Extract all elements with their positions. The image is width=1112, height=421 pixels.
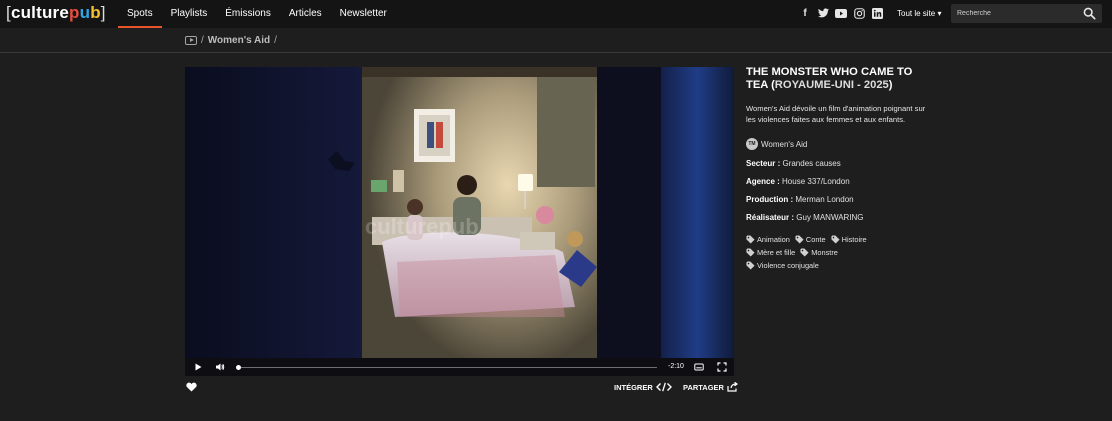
progress-bar[interactable] (236, 364, 657, 370)
top-navigation-bar: [culturepub] Spots Playlists Émissions A… (0, 0, 1112, 28)
logo-bracket-close: ] (100, 3, 106, 22)
video-controls: -2:10 (185, 358, 734, 376)
breadcrumb-current[interactable]: Women's Aid (208, 35, 270, 46)
breadcrumb: / Women's Aid / (185, 35, 277, 46)
social-links: f (799, 7, 883, 19)
agence-label: Agence : (746, 177, 780, 186)
breadcrumb-separator: / (201, 35, 204, 46)
heart-icon[interactable] (186, 382, 197, 392)
tag-list: Animation Conte Histoire Mère et fille M… (746, 235, 896, 270)
tag-histoire[interactable]: Histoire (831, 235, 867, 244)
search-box (951, 4, 1102, 23)
production-label: Production : (746, 195, 794, 204)
fullscreen-icon[interactable] (717, 362, 727, 372)
play-icon[interactable] (193, 362, 203, 372)
tag-label: Violence conjugale (757, 261, 819, 270)
spot-info-panel: THE MONSTER WHO CAME TO TEA (ROYAUME-UNI… (746, 66, 932, 270)
nav-item-newsletter[interactable]: Newsletter (331, 0, 396, 28)
twitter-icon[interactable] (817, 7, 829, 19)
share-label: PARTAGER (683, 382, 724, 392)
secteur-value[interactable]: Grandes causes (782, 159, 840, 168)
nav-item-playlists[interactable]: Playlists (162, 0, 217, 28)
search-icon[interactable] (1083, 7, 1096, 20)
title-country-year[interactable]: ROYAUME-UNI - 2025 (775, 79, 889, 91)
tag-icon (746, 261, 755, 270)
instagram-icon[interactable] (853, 7, 865, 19)
logo-letter-b: b (90, 3, 101, 22)
nav-item-emissions[interactable]: Émissions (216, 0, 280, 28)
advertiser-name: Women's Aid (761, 139, 808, 149)
production-value[interactable]: Merman London (795, 195, 853, 204)
culturepub-logo[interactable]: [culturepub] (6, 3, 106, 23)
tag-label: Animation (757, 235, 790, 244)
realisateur-value[interactable]: Guy MANWARING (796, 213, 863, 222)
video-icon[interactable] (185, 36, 197, 45)
advertiser-link[interactable]: TM Women's Aid (746, 138, 932, 150)
tag-label: Mère et fille (757, 248, 796, 257)
spot-title: THE MONSTER WHO CAME TO TEA (ROYAUME-UNI… (746, 66, 932, 92)
tag-icon (800, 248, 809, 257)
advertiser-logo: TM (746, 138, 758, 150)
tag-animation[interactable]: Animation (746, 235, 790, 244)
title-close-paren: ) (888, 79, 893, 91)
nav-item-articles[interactable]: Articles (280, 0, 331, 28)
tag-monstre[interactable]: Monstre (800, 248, 838, 257)
subtitles-icon[interactable] (694, 362, 704, 372)
meta-agence: Agence : House 337/London (746, 177, 932, 186)
main-nav: Spots Playlists Émissions Articles Newsl… (118, 0, 396, 28)
search-input[interactable] (951, 4, 1079, 23)
tag-icon (795, 235, 804, 244)
embed-label: INTÉGRER (614, 382, 653, 392)
share-button[interactable]: PARTAGER (683, 382, 738, 392)
tag-label: Monstre (811, 248, 838, 257)
volume-icon[interactable] (215, 362, 225, 372)
tag-label: Histoire (841, 235, 867, 244)
logo-culture: culture (10, 3, 70, 22)
meta-realisateur: Réalisateur : Guy MANWARING (746, 213, 932, 222)
progress-handle[interactable] (236, 364, 241, 370)
linkedin-icon[interactable] (871, 7, 883, 19)
embed-button[interactable]: INTÉGRER (614, 382, 672, 392)
tag-icon (746, 248, 755, 257)
breadcrumb-bar: / Women's Aid / (0, 28, 1112, 53)
video-frame[interactable]: culturepub (185, 67, 734, 376)
logo-letter-p: p (69, 3, 80, 22)
spot-description: Women's Aid dévoile un film d'animation … (746, 104, 926, 124)
realisateur-label: Réalisateur : (746, 213, 795, 222)
youtube-icon[interactable] (835, 7, 847, 19)
logo-letter-u: u (79, 3, 91, 22)
meta-production: Production : Merman London (746, 195, 932, 204)
meta-secteur: Secteur : Grandes causes (746, 159, 932, 168)
tag-violence-conjugale[interactable]: Violence conjugale (746, 261, 819, 270)
code-icon (655, 382, 672, 392)
tag-label: Conte (805, 235, 826, 244)
facebook-icon[interactable]: f (799, 7, 811, 19)
video-watermark: culturepub (365, 214, 479, 239)
tag-mere-et-fille[interactable]: Mère et fille (746, 248, 795, 257)
tag-icon (746, 235, 755, 244)
tag-conte[interactable]: Conte (795, 235, 826, 244)
tag-icon (831, 235, 840, 244)
breadcrumb-separator: / (274, 35, 277, 46)
site-scope-dropdown[interactable]: Tout le site ▾ (897, 9, 941, 18)
video-player[interactable]: culturepub -2:10 (185, 67, 734, 376)
nav-item-spots[interactable]: Spots (118, 0, 162, 28)
agence-value[interactable]: House 337/London (782, 177, 850, 186)
secteur-label: Secteur : (746, 159, 781, 168)
time-remaining: -2:10 (668, 363, 684, 370)
share-icon (727, 382, 738, 392)
